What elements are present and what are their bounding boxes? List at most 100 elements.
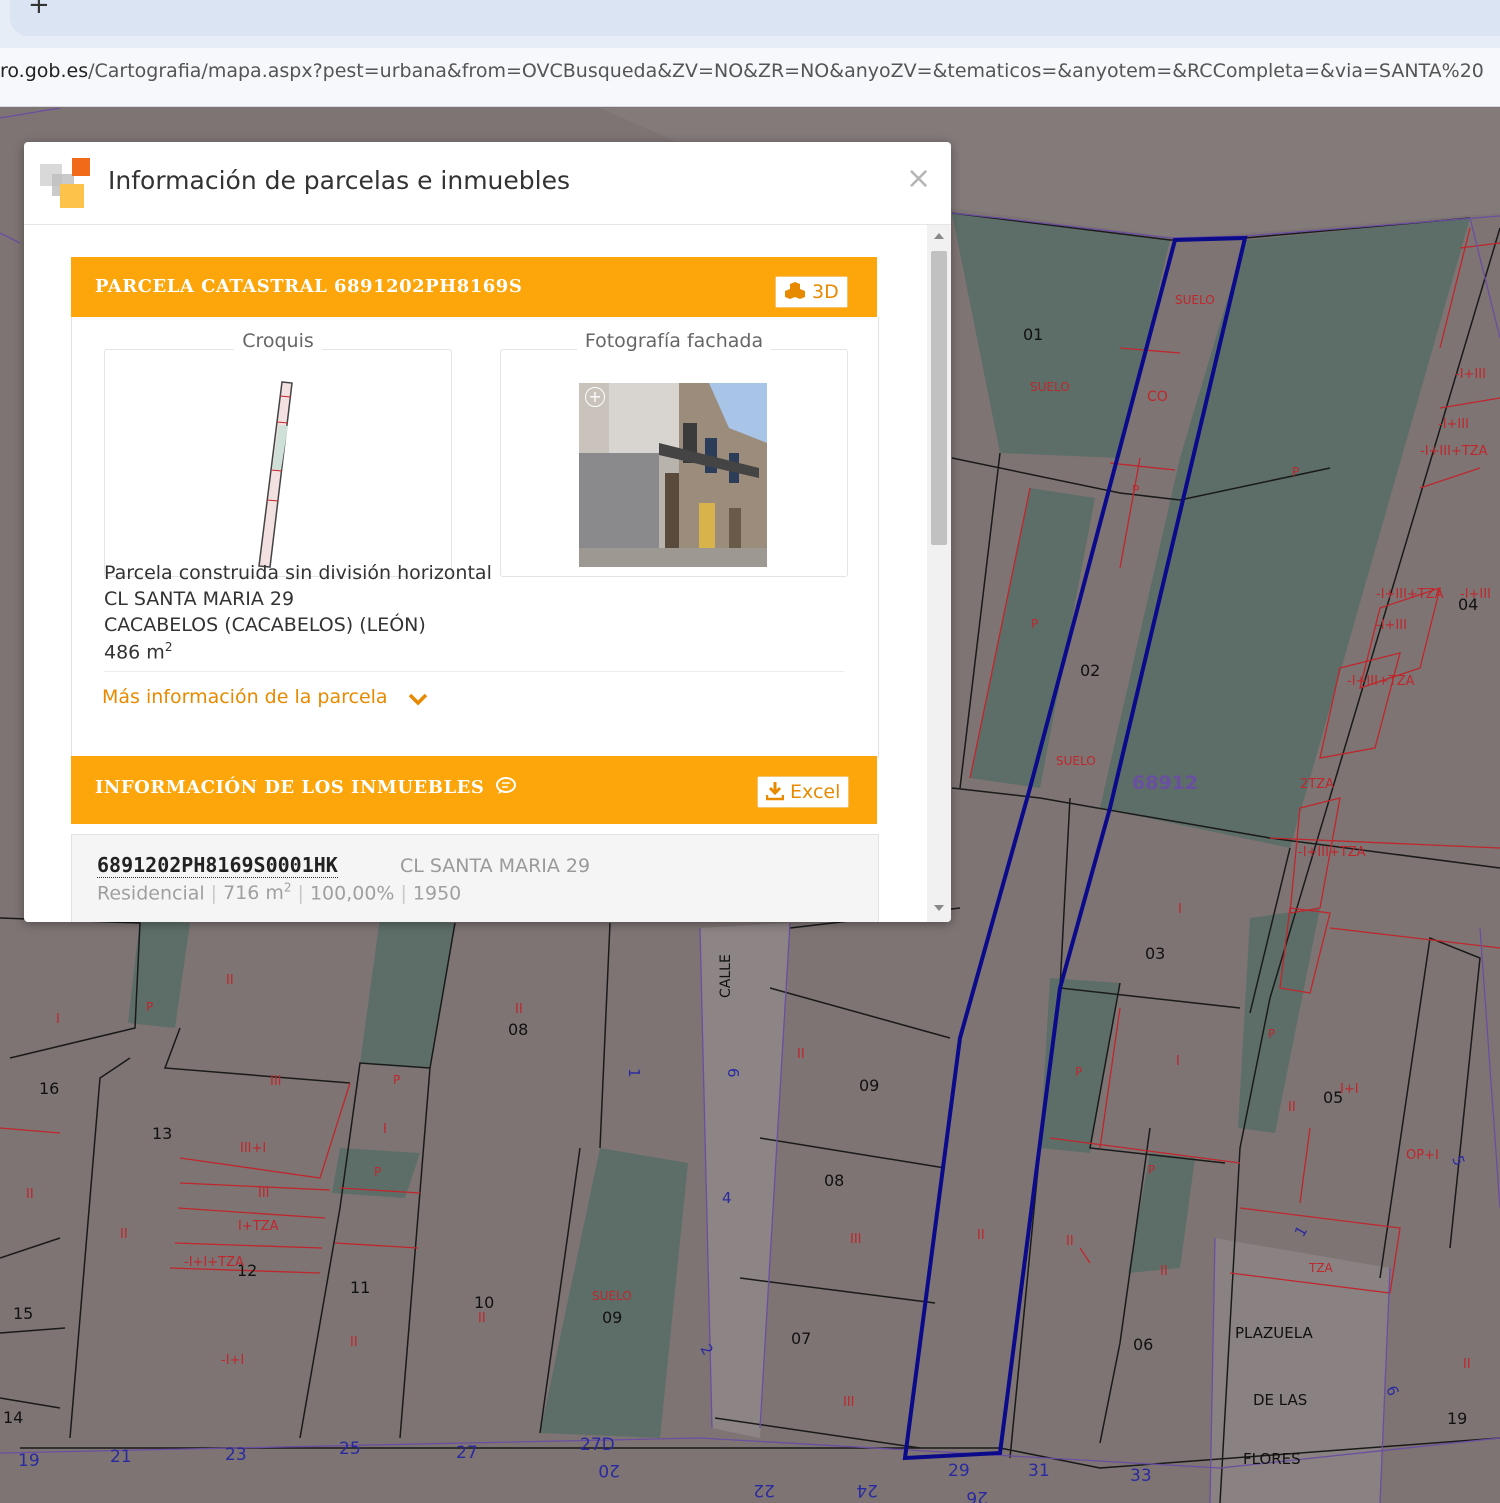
label-p: P	[146, 1000, 153, 1014]
floor-label: I	[1178, 902, 1182, 917]
street-number: 27D	[580, 1435, 615, 1455]
label-p: P	[374, 1165, 381, 1179]
dialog-header: Información de parcelas e inmuebles ×	[24, 142, 951, 225]
street-number: 31	[1028, 1461, 1050, 1481]
floor-label: -I+III+TZA	[1347, 674, 1415, 689]
floor-label: I	[56, 1012, 60, 1027]
label-plazuela: PLAZUELA	[1235, 1324, 1313, 1342]
floor-label: I	[383, 1122, 387, 1137]
floor-label: -I+I	[221, 1353, 244, 1368]
scroll-down-icon[interactable]	[934, 905, 944, 911]
street-number: 19	[18, 1451, 40, 1471]
floor-label: II	[1066, 1234, 1074, 1249]
more-info-link[interactable]: Más información de la parcela	[102, 686, 388, 708]
label-parcel-08b: 08	[508, 1020, 528, 1039]
street-number: 26	[966, 1487, 988, 1503]
inmueble-use: Residencial	[97, 882, 205, 905]
label-p: P	[1148, 1163, 1155, 1177]
street-number: 33	[1130, 1466, 1152, 1486]
label-block-68912: 68912	[1132, 772, 1198, 794]
floor-label: III	[270, 1074, 282, 1089]
label-parcel-01: 01	[1023, 325, 1043, 344]
street-number: 25	[339, 1439, 361, 1459]
floor-label: II	[226, 973, 234, 988]
floor-label: -I+III+TZA	[1376, 587, 1444, 602]
floor-label: I	[1176, 1054, 1180, 1069]
croquis-sketch[interactable]	[245, 380, 305, 570]
croquis-label: Croquis	[234, 330, 322, 352]
floor-label: TZA	[1308, 1261, 1334, 1275]
inmueble-share: 100,00%	[309, 882, 395, 905]
floor-label: I+I	[1340, 1082, 1359, 1097]
label-p: P	[1075, 1065, 1082, 1079]
house-number: 1	[625, 1068, 643, 1078]
floor-label: I+TZA	[238, 1219, 279, 1234]
label-suelo: SUELO	[1175, 293, 1215, 307]
floor-label: II	[1463, 1357, 1471, 1372]
house-number: 4	[722, 1189, 732, 1207]
label-parcel-09: 09	[859, 1076, 879, 1095]
view-3d-button[interactable]: 3D	[775, 276, 848, 308]
street-number: 23	[225, 1445, 247, 1465]
inmueble-reference-link[interactable]: 6891202PH8169S0001HK	[97, 853, 338, 878]
floor-label: II	[515, 1002, 523, 1017]
zoom-in-icon[interactable]: +	[585, 387, 605, 407]
dialog-body: PARCELA CATASTRAL 6891202PH8169S 3D Croq…	[24, 225, 927, 922]
label-parcel-14: 14	[3, 1408, 23, 1427]
label-p: P	[1132, 483, 1139, 497]
close-icon[interactable]: ×	[906, 164, 931, 194]
label-parcel-02: 02	[1080, 661, 1100, 680]
new-tab-icon[interactable]: +	[28, 0, 50, 18]
inmueble-address: CL SANTA MARIA 29	[400, 855, 591, 877]
parcel-surface-value: 486 m	[104, 641, 165, 664]
inmueble-surface: 716 m2	[223, 881, 292, 905]
scroll-thumb[interactable]	[931, 251, 947, 545]
label-suelo: SUELO	[592, 1289, 632, 1303]
label-suelo: SUELO	[1056, 754, 1096, 768]
more-info-row[interactable]: Más información de la parcela	[102, 681, 862, 721]
croquis-box: Croquis	[104, 330, 452, 577]
floor-label: OP+I	[1406, 1148, 1439, 1163]
floor-label: -I+III	[1460, 587, 1491, 602]
floor-label: -I+III+TZA	[1298, 845, 1366, 860]
scroll-up-icon[interactable]	[934, 233, 944, 239]
browser-tab-strip: +	[0, 0, 1500, 48]
floor-label: III	[850, 1232, 862, 1247]
chevron-down-icon[interactable]	[406, 687, 430, 711]
floor-label: -I+III	[1455, 367, 1486, 382]
label-flores: FLORES	[1243, 1450, 1301, 1468]
floor-label: II	[1160, 1264, 1168, 1279]
house-number: 6	[724, 1068, 742, 1078]
address-bar-url[interactable]: ro.gob.es/Cartografia/mapa.aspx?pest=urb…	[0, 60, 1500, 82]
label-parcel-16: 16	[39, 1079, 59, 1098]
parcel-surface-unit-exp: 2	[164, 640, 173, 654]
label-parcel-09b: 09	[602, 1308, 622, 1327]
label-de-las: DE LAS	[1253, 1391, 1307, 1409]
catastro-logo-icon	[40, 158, 90, 208]
export-excel-button[interactable]: Excel	[757, 776, 850, 808]
label-suelo: SUELO	[1030, 380, 1070, 394]
inmuebles-header-title: INFORMACIÓN DE LOS INMUEBLES	[95, 777, 517, 798]
parcel-details: Croquis Fotografía fachada + Parcela con…	[71, 317, 879, 758]
label-p: P	[1031, 617, 1038, 631]
label-parcel-03: 03	[1145, 944, 1165, 963]
view-3d-label: 3D	[812, 281, 839, 303]
label-p: P	[1268, 1027, 1275, 1041]
street-number: 24	[856, 1480, 878, 1500]
facade-photo[interactable]: +	[579, 383, 767, 567]
street-number: 21	[110, 1447, 132, 1467]
url-path: /Cartografia/mapa.aspx?pest=urbana&from=…	[88, 60, 1484, 82]
parcel-header: PARCELA CATASTRAL 6891202PH8169S 3D	[71, 257, 877, 317]
street-number: 20	[598, 1460, 620, 1480]
label-p: P	[1292, 465, 1299, 479]
dialog-scrollbar[interactable]	[927, 225, 951, 922]
parcel-surface: 486 m2	[104, 640, 172, 663]
info-bubble-icon[interactable]	[495, 777, 517, 795]
floor-label: III+I	[240, 1141, 266, 1156]
floor-label: II	[977, 1228, 985, 1243]
parcel-address: CL SANTA MARIA 29	[104, 588, 295, 610]
label-calle: CALLE	[718, 954, 734, 998]
export-excel-label: Excel	[790, 781, 841, 803]
floor-label: -I+III	[1376, 618, 1407, 633]
separator	[104, 671, 844, 672]
